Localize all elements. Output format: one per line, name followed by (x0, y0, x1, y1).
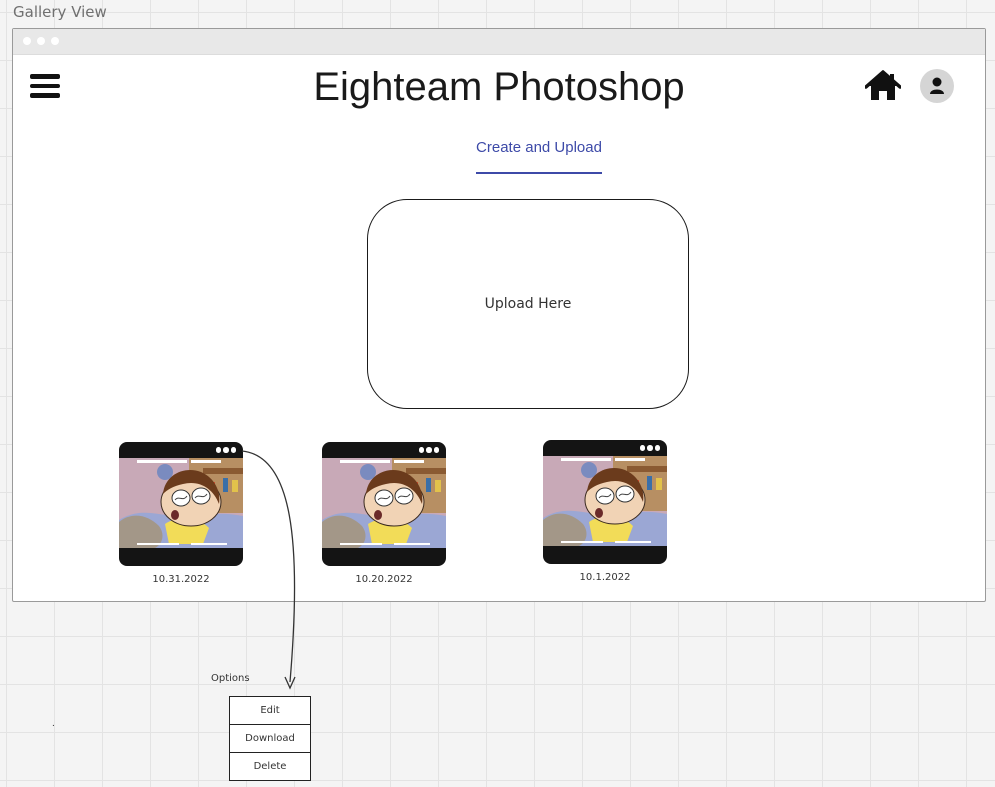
more-options-icon[interactable] (418, 447, 439, 453)
window-titlebar (13, 29, 985, 55)
more-options-icon[interactable] (215, 447, 236, 453)
app-title: Eighteam Photoshop (313, 65, 685, 109)
more-options-icon[interactable] (639, 445, 660, 451)
photo-image (119, 458, 243, 548)
tab-create-and-upload[interactable]: Create and Upload (476, 139, 602, 174)
window-dot (23, 37, 31, 45)
option-download[interactable]: Download (230, 724, 310, 752)
board-title: Gallery View (13, 3, 107, 21)
photo-image (543, 456, 667, 546)
options-menu: Edit Download Delete (229, 696, 311, 781)
thumbnail-date: 10.31.2022 (152, 574, 210, 585)
thumbnail-date: 10.1.2022 (579, 572, 631, 583)
window-dot (37, 37, 45, 45)
user-avatar[interactable] (920, 69, 954, 103)
upload-dropzone[interactable]: Upload Here (367, 199, 689, 409)
option-delete[interactable]: Delete (230, 752, 310, 780)
window-dot (51, 37, 59, 45)
app-window: Eighteam Photoshop Create and Upload Upl… (12, 28, 986, 602)
options-label: Options (211, 673, 250, 684)
gallery-thumbnail[interactable] (543, 440, 667, 564)
user-icon (930, 77, 944, 94)
gallery-thumbnail[interactable] (119, 442, 243, 566)
gallery-thumbnail[interactable] (322, 442, 446, 566)
home-icon[interactable] (864, 69, 902, 103)
thumbnail-date: 10.20.2022 (355, 574, 413, 585)
stray-mark: . (52, 718, 55, 729)
option-edit[interactable]: Edit (230, 697, 310, 724)
upload-label: Upload Here (484, 296, 572, 312)
photo-image (322, 458, 446, 548)
